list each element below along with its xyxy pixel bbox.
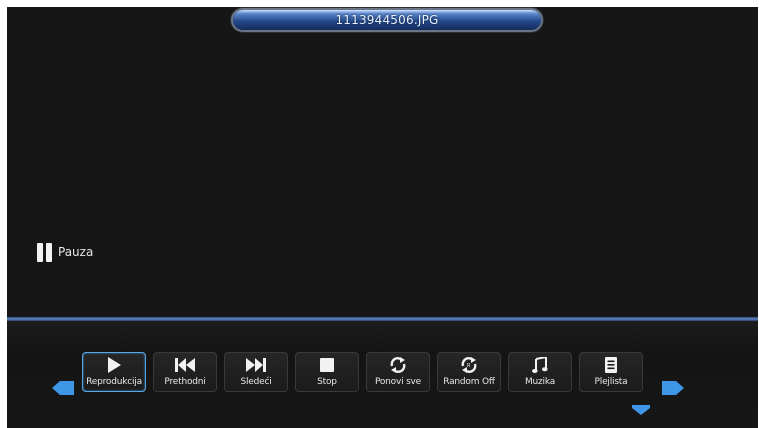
scroll-right-arrow-icon[interactable] — [662, 381, 684, 395]
previous-label: Prethodni — [164, 377, 206, 387]
stop-label: Stop — [317, 377, 337, 387]
repeat-all-button[interactable]: Ponovi sve — [366, 352, 430, 392]
play-label: Reprodukcija — [86, 377, 142, 387]
scroll-down-arrow-icon[interactable] — [632, 405, 650, 415]
next-label: Sledeći — [240, 377, 272, 387]
stop-button[interactable]: Stop — [295, 352, 359, 392]
toolbar: Reprodukcija Prethodni Sledeći Stop Pono… — [82, 352, 643, 394]
scroll-left-arrow-icon[interactable] — [52, 381, 74, 395]
music-icon — [532, 356, 548, 374]
next-icon — [246, 356, 266, 374]
music-label: Muzika — [524, 377, 556, 387]
svg-text:R: R — [467, 363, 471, 369]
status-label: Pauza — [58, 245, 94, 259]
filename: 1113944506.JPG — [335, 13, 439, 27]
pause-icon — [37, 242, 52, 262]
random-button[interactable]: R Random Off — [437, 352, 501, 392]
playlist-icon — [605, 356, 617, 374]
previous-icon — [175, 356, 195, 374]
stop-icon — [320, 356, 334, 374]
playlist-button[interactable]: Plejlista — [579, 352, 643, 392]
filename-bar: 1113944506.JPG — [233, 10, 541, 30]
previous-button[interactable]: Prethodni — [153, 352, 217, 392]
playlist-label: Plejlista — [594, 377, 628, 387]
music-button[interactable]: Muzika — [508, 352, 572, 392]
random-label: Random Off — [443, 377, 495, 387]
play-icon — [107, 356, 121, 374]
play-button[interactable]: Reprodukcija — [82, 352, 146, 392]
next-button[interactable]: Sledeći — [224, 352, 288, 392]
shuffle-icon: R — [459, 356, 479, 374]
playback-status: Pauza — [37, 242, 93, 262]
repeat-icon — [388, 356, 408, 374]
repeat-label: Ponovi sve — [374, 377, 422, 387]
